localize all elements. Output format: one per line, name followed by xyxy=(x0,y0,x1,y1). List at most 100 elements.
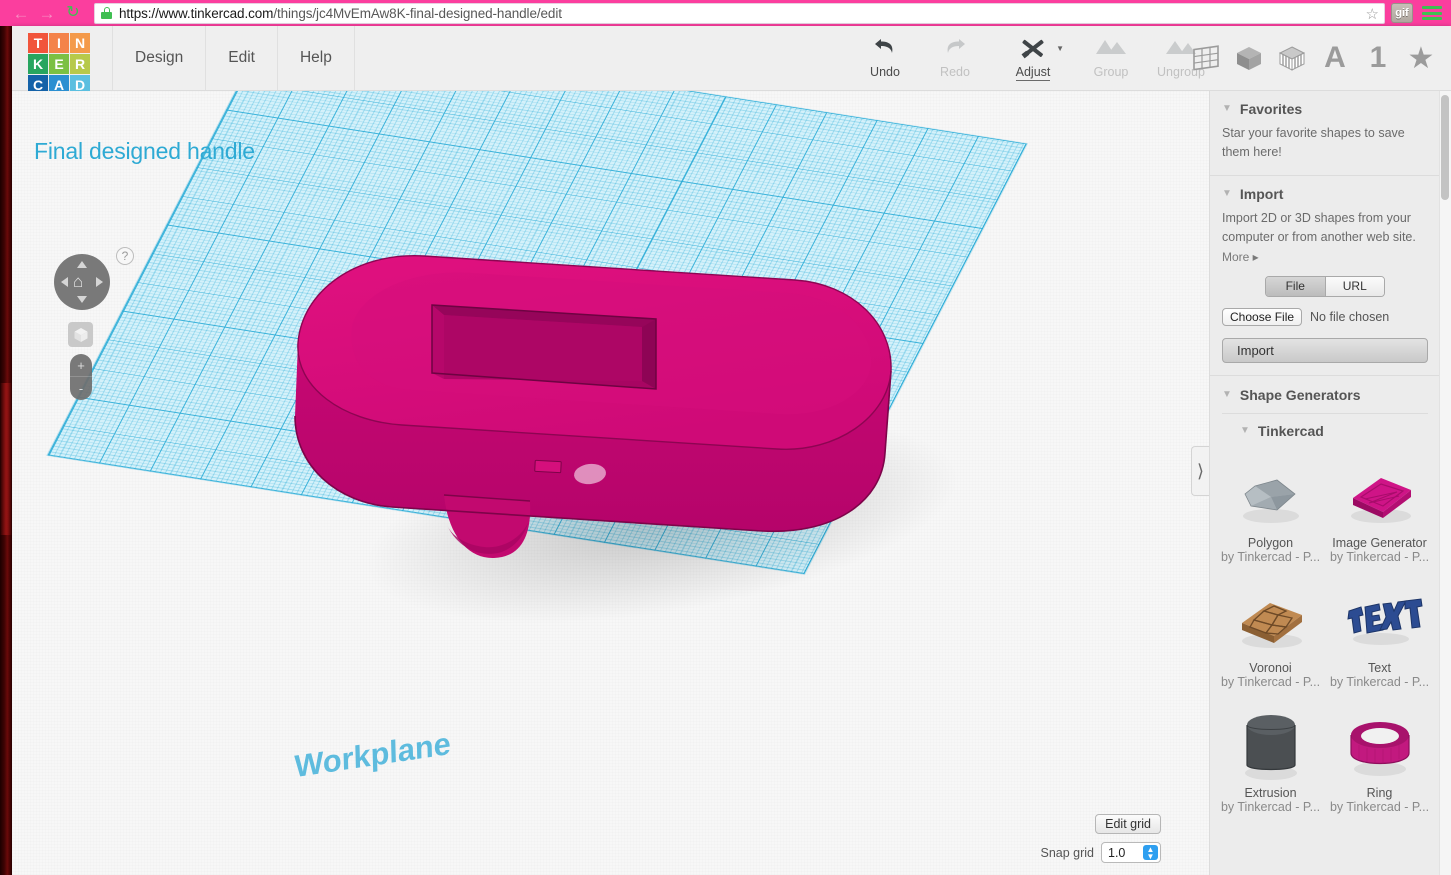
shape-name: Image Generator xyxy=(1332,535,1427,550)
logo-tile-e: E xyxy=(49,54,69,74)
hamburger-menu-icon[interactable] xyxy=(1422,5,1442,21)
logo-tile-t: T xyxy=(28,33,48,53)
help-button[interactable]: ? xyxy=(116,247,134,265)
workplane-grid-icon[interactable] xyxy=(1186,35,1226,81)
choose-file-button[interactable]: Choose File xyxy=(1222,307,1303,326)
favorites-header[interactable]: ▼ Favorites xyxy=(1222,101,1428,117)
import-description: Import 2D or 3D shapes from your compute… xyxy=(1222,210,1416,245)
undo-button[interactable]: Undo xyxy=(850,26,920,79)
menu-item-edit[interactable]: Edit xyxy=(206,26,278,90)
zoom-controls[interactable]: + - xyxy=(70,354,92,400)
chevron-down-icon[interactable]: ▼ xyxy=(1222,188,1232,199)
fit-to-view-cube-icon[interactable] xyxy=(68,322,93,347)
shape-item-ring[interactable]: Ring by Tinkercad - P... xyxy=(1325,697,1434,822)
shape-item-polygon[interactable]: Polygon by Tinkercad - P... xyxy=(1216,447,1325,572)
browser-chrome: ← → ↻ https://www.tinkercad.com/things/j… xyxy=(0,0,1451,26)
redo-button[interactable]: Redo xyxy=(920,26,990,79)
import-title: Import xyxy=(1239,185,1284,202)
sidebar-scrollbar-track[interactable] xyxy=(1439,91,1451,875)
shape-item-text[interactable]: Text by Tinkercad - P... xyxy=(1325,572,1434,697)
menu-item-design[interactable]: Design xyxy=(112,26,207,90)
shape-name: Voronoi xyxy=(1249,660,1292,675)
import-button[interactable]: Import xyxy=(1222,337,1428,363)
shape-generators-header[interactable]: ▼ Shape Generators xyxy=(1210,376,1440,403)
pan-up-icon[interactable] xyxy=(77,261,87,268)
group-label: Group xyxy=(1093,65,1129,79)
logo-tile-r: R xyxy=(70,54,90,74)
3d-canvas[interactable]: Workplane Final designed handle ⌂ ? + - … xyxy=(12,91,1209,875)
pan-down-icon[interactable] xyxy=(77,296,87,303)
shape-name: Polygon xyxy=(1247,535,1294,550)
favorites-star-icon[interactable]: ★ xyxy=(1401,35,1441,81)
star-outline-icon[interactable]: ☆ xyxy=(1366,6,1379,23)
solid-cube-icon[interactable] xyxy=(1229,35,1269,81)
app-toolbar: TINKERCAD Design Edit Help Undo Redo ▼ A… xyxy=(12,26,1451,95)
shape-panel-tabs: A 1 ★ xyxy=(1186,26,1441,90)
redo-label: Redo xyxy=(940,65,970,79)
sidebar-scrollbar-thumb[interactable] xyxy=(1441,95,1449,200)
voronoi-shape-thumb xyxy=(1218,578,1323,664)
shape-author: by Tinkercad - P... xyxy=(1329,799,1430,814)
import-more-link[interactable]: More ▸ xyxy=(1222,250,1259,264)
logo-tile-n: N xyxy=(70,33,90,53)
gif-extension-button[interactable]: gif xyxy=(1391,3,1413,23)
shape-author: by Tinkercad - P... xyxy=(1329,549,1430,564)
text-tool-icon[interactable]: A xyxy=(1315,35,1355,81)
edit-grid-button[interactable]: Edit grid xyxy=(1095,814,1161,834)
shape-item-image-generator[interactable]: Image Generator by Tinkercad - P... xyxy=(1325,447,1434,572)
shape-item-voronoi[interactable]: Voronoi by Tinkercad - P... xyxy=(1216,572,1325,697)
redo-arrow-icon xyxy=(920,35,990,63)
page-title: Final designed handle xyxy=(34,138,255,164)
import-source-toggle: File URL xyxy=(1265,275,1385,297)
shape-author: by Tinkercad - P... xyxy=(1220,799,1321,814)
zoom-in-button[interactable]: + xyxy=(70,354,92,377)
url-scheme-host: https:// xyxy=(119,5,159,21)
designed-handle-solid[interactable] xyxy=(232,231,1112,651)
pan-right-icon[interactable] xyxy=(96,277,103,287)
collapse-panel-handle[interactable]: ⟩ xyxy=(1191,446,1209,496)
shape-generators-tinkercad-group[interactable]: ▼ Tinkercad xyxy=(1222,412,1428,439)
shapes-sidebar: ▼ Favorites Star your favorite shapes to… xyxy=(1209,91,1451,875)
chevron-down-icon[interactable]: ▼ xyxy=(1222,104,1232,114)
tab-file[interactable]: File xyxy=(1266,276,1326,296)
desktop-background-strip xyxy=(0,26,12,875)
zoom-out-button[interactable]: - xyxy=(70,377,92,400)
url-text: https://www.tinkercad.com/things/jc4MvEm… xyxy=(119,6,562,21)
adjust-button[interactable]: ▼ Adjust xyxy=(990,26,1076,81)
forward-button[interactable]: → xyxy=(34,0,60,26)
chevron-down-icon[interactable]: ▼ xyxy=(1240,425,1250,436)
tab-url[interactable]: URL xyxy=(1325,276,1384,296)
lock-icon xyxy=(101,7,112,19)
menu-item-help[interactable]: Help xyxy=(278,26,355,90)
pan-left-icon[interactable] xyxy=(61,277,68,287)
shape-author: by Tinkercad - P... xyxy=(1220,674,1321,689)
tinkercad-app-window: TINKERCAD Design Edit Help Undo Redo ▼ A… xyxy=(12,26,1451,875)
group-shapes-icon xyxy=(1076,35,1146,63)
no-file-chosen-label: No file chosen xyxy=(1310,309,1390,324)
address-bar[interactable]: https://www.tinkercad.com/things/jc4MvEm… xyxy=(94,2,1385,24)
polygon-shape-thumb xyxy=(1218,453,1323,539)
logo-tile-k: K xyxy=(28,54,48,74)
url-path: /things/jc4MvEmAw8K-final-designed-handl… xyxy=(273,5,562,21)
chevron-down-icon[interactable]: ▼ xyxy=(1056,44,1064,53)
shape-item-extrusion[interactable]: Extrusion by Tinkercad - P... xyxy=(1216,697,1325,822)
reload-button[interactable]: ↻ xyxy=(60,0,86,26)
tinkercad-group-label: Tinkercad xyxy=(1257,422,1324,439)
snap-grid-select[interactable]: 1.0 ▲ ▼ xyxy=(1101,842,1161,863)
snap-grid-label: Snap grid xyxy=(1040,845,1094,860)
logo-tile-i: I xyxy=(49,33,69,53)
adjust-label: Adjust xyxy=(1015,65,1051,81)
group-button[interactable]: Group xyxy=(1076,26,1146,79)
view-navigation-pad[interactable]: ⌂ xyxy=(54,254,110,310)
back-button[interactable]: ← xyxy=(8,0,34,26)
tinkercad-logo[interactable]: TINKERCAD xyxy=(28,33,90,95)
striped-cube-icon[interactable] xyxy=(1272,35,1312,81)
stepper-arrows-icon[interactable]: ▲ ▼ xyxy=(1143,845,1158,860)
import-header[interactable]: ▼ Import xyxy=(1222,186,1428,202)
workplane-label: Workplane xyxy=(294,725,452,785)
url-host: www.tinkercad.com xyxy=(158,5,274,21)
shape-generators-section: ▼ Shape Generators ▼ Tinkercad Polygon b… xyxy=(1210,376,1440,822)
number-tool-icon[interactable]: 1 xyxy=(1358,35,1398,81)
home-view-icon[interactable]: ⌂ xyxy=(73,272,83,291)
chevron-down-icon[interactable]: ▼ xyxy=(1222,389,1232,400)
